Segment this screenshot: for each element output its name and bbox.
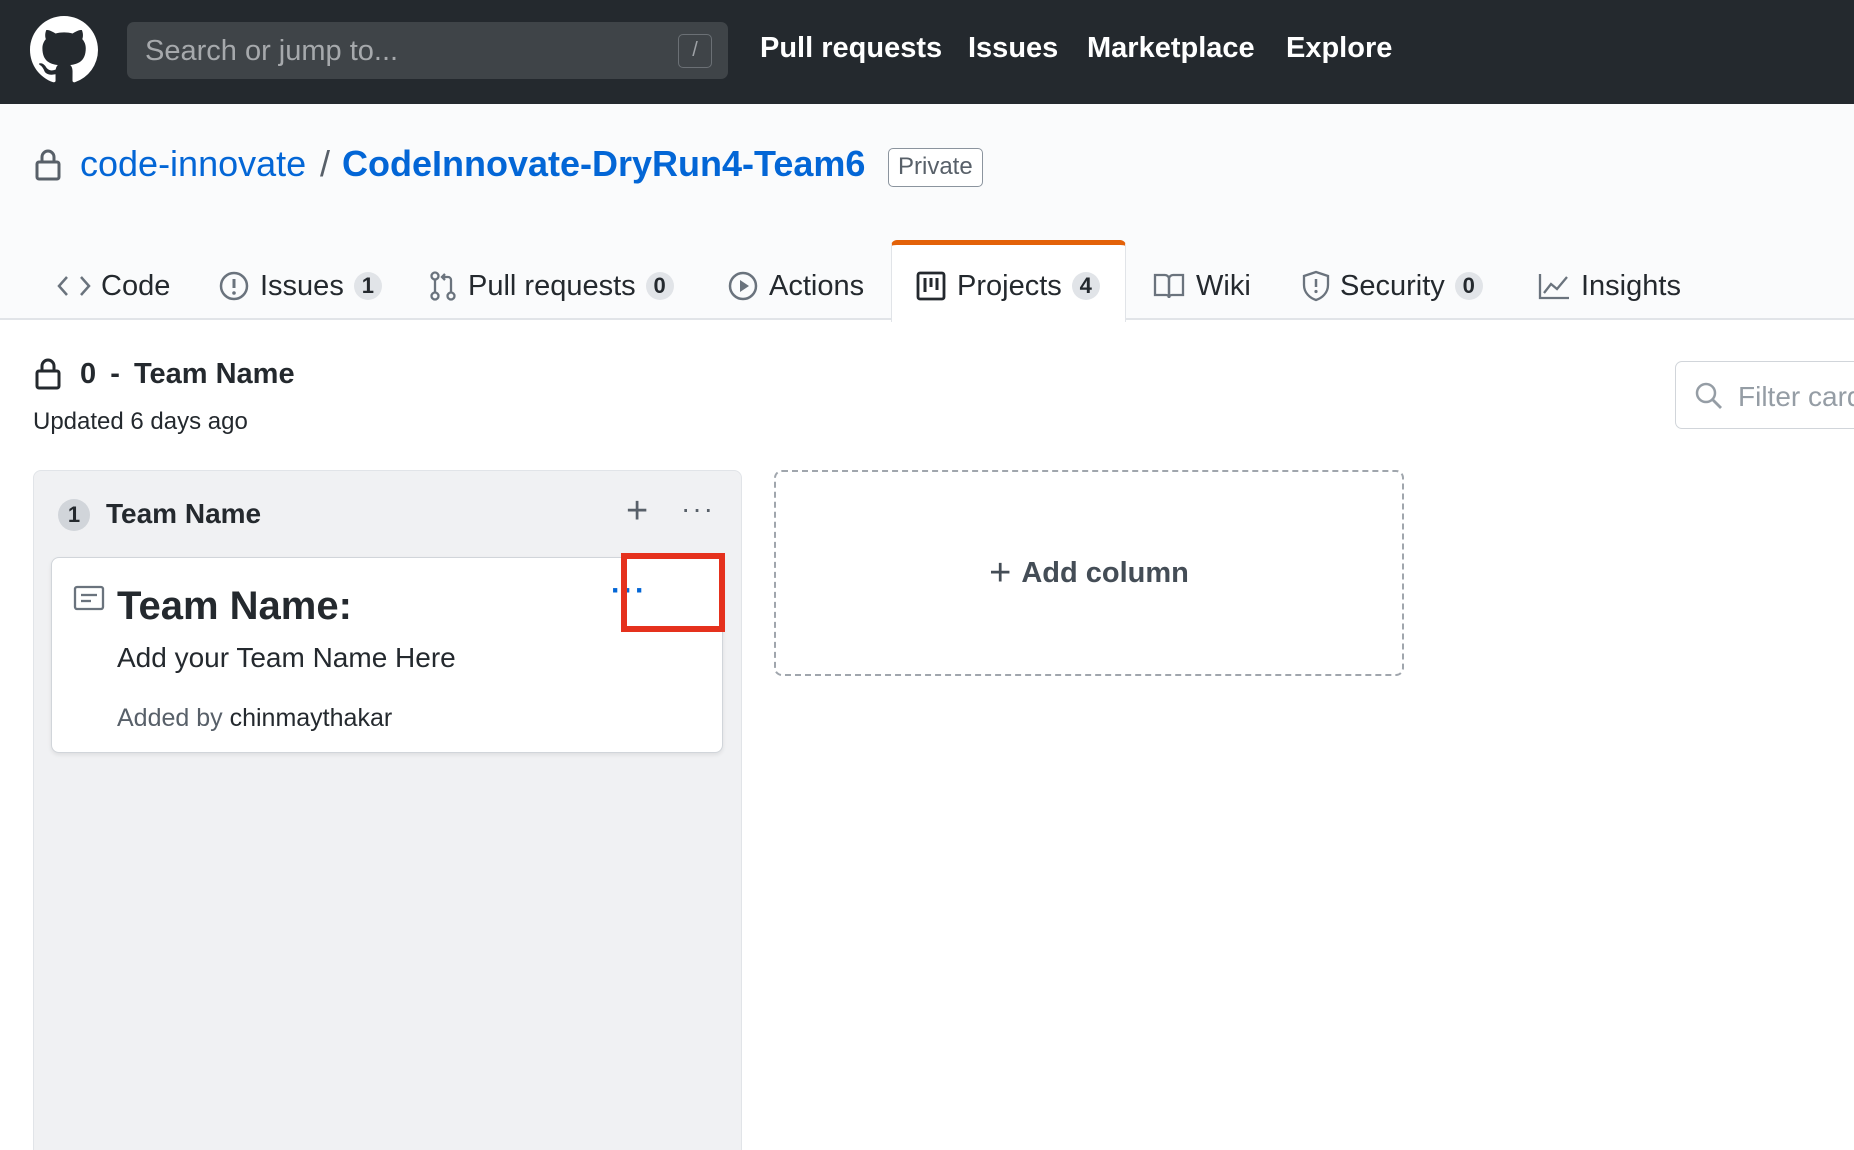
code-icon [57, 274, 91, 298]
project-icon [915, 270, 947, 302]
play-icon [727, 270, 759, 302]
filter-cards-input[interactable]: Filter cards [1675, 361, 1854, 429]
tab-label: Actions [769, 269, 865, 302]
add-card-button[interactable]: + [626, 491, 648, 531]
graph-icon [1537, 271, 1571, 301]
tab-label: Pull requests [468, 269, 636, 302]
column-title: Team Name [106, 498, 262, 529]
plus-icon: + [989, 551, 1012, 594]
github-logo-icon[interactable] [30, 16, 98, 84]
add-column-button[interactable]: + Add column [774, 470, 1404, 676]
project-title-dash: - [110, 358, 120, 390]
project-updated: Updated 6 days ago [33, 408, 248, 435]
tab-label: Code [101, 269, 171, 302]
card-title: Team Name: [117, 584, 352, 628]
added-by-user[interactable]: chinmaythakar [230, 704, 393, 732]
added-by-label: Added by [117, 704, 223, 732]
tab-security[interactable]: Security 0 [1302, 266, 1483, 306]
lock-icon [35, 358, 61, 390]
tab-label: Projects [957, 269, 1062, 302]
pull-request-icon [428, 270, 458, 302]
search-icon [1695, 382, 1722, 409]
repo-owner-link[interactable]: code-innovate [80, 143, 306, 185]
project-number: 0 [80, 358, 97, 390]
card-added-by: Added by chinmaythakar [117, 704, 392, 733]
nav-explore[interactable]: Explore [1286, 32, 1392, 65]
tab-label: Issues [260, 269, 344, 302]
repo-path-separator: / [320, 143, 331, 184]
tab-pull-requests[interactable]: Pull requests 0 [428, 266, 674, 306]
project-name: Team Name [133, 358, 295, 390]
tab-actions[interactable]: Actions [727, 266, 864, 306]
column-card-count: 1 [58, 499, 90, 531]
tab-counter: 0 [645, 272, 674, 300]
repo-name-link[interactable]: CodeInnovate-DryRun4-Team6 [342, 143, 865, 185]
visibility-badge: Private [888, 148, 983, 187]
add-column-label: Add column [1021, 556, 1189, 589]
global-header: Search or jump to... / Pull requests Iss… [0, 0, 1854, 104]
shield-icon [1302, 270, 1330, 302]
card-body: Add your Team Name Here [117, 642, 456, 673]
tab-wiki[interactable]: Wiki [1152, 266, 1251, 306]
highlight-annotation [621, 553, 725, 632]
tab-label: Security [1340, 269, 1445, 302]
slash-shortcut-key: / [678, 34, 712, 68]
tab-label: Insights [1581, 269, 1681, 302]
lock-icon [35, 149, 61, 181]
tab-counter: 0 [1454, 272, 1483, 300]
tab-counter: 1 [353, 272, 382, 300]
note-icon [73, 585, 105, 611]
book-icon [1152, 271, 1186, 301]
tab-projects[interactable]: Projects 4 [915, 266, 1100, 306]
search-input[interactable]: Search or jump to... / [127, 22, 728, 79]
issue-icon [218, 270, 250, 302]
project-title: 0 - Team Name [80, 358, 295, 391]
tab-label: Wiki [1196, 269, 1251, 302]
tab-counter: 4 [1071, 272, 1100, 300]
column-menu-button[interactable]: ··· [681, 493, 715, 525]
nav-pull-requests[interactable]: Pull requests [760, 32, 942, 65]
nav-marketplace[interactable]: Marketplace [1087, 32, 1255, 65]
search-placeholder: Search or jump to... [145, 35, 399, 67]
nav-issues[interactable]: Issues [968, 32, 1058, 65]
filter-placeholder: Filter cards [1738, 381, 1854, 412]
tab-issues[interactable]: Issues 1 [218, 266, 382, 306]
tab-code[interactable]: Code [57, 266, 170, 306]
tab-insights[interactable]: Insights [1537, 266, 1681, 306]
